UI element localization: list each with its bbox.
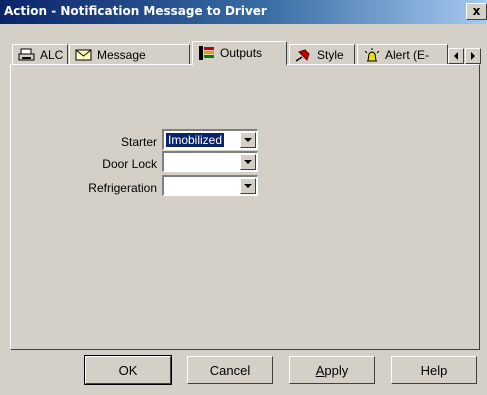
tab-style-label: Style (317, 47, 344, 62)
starter-value: Imobilized (164, 132, 226, 148)
tab-alc-label: ALC (40, 47, 64, 62)
close-button[interactable]: x (466, 3, 487, 20)
pushpin-icon (295, 48, 313, 62)
tab-alc[interactable]: ALC (12, 44, 68, 64)
cancel-button[interactable]: Cancel (187, 356, 273, 384)
tab-alert-label: Alert (E- (385, 47, 430, 62)
apply-button[interactable]: Apply (289, 356, 375, 384)
tab-message[interactable]: Message (69, 44, 190, 64)
printer-icon (18, 48, 36, 62)
tab-outputs-label: Outputs (220, 46, 263, 60)
refrigeration-label: Refrigeration (88, 181, 157, 195)
door-lock-select[interactable] (162, 151, 258, 172)
tab-scroll-right-button[interactable] (465, 48, 481, 64)
tab-message-label: Message (97, 47, 146, 62)
ok-button[interactable]: OK (84, 355, 172, 385)
tab-alert[interactable]: Alert (E- (357, 44, 448, 64)
alert-light-icon (363, 47, 381, 62)
tab-style[interactable]: Style (289, 44, 355, 64)
title-bar[interactable]: Action - Notification Message to Driver … (0, 0, 487, 24)
tab-scroll-left-button[interactable] (448, 48, 464, 64)
outputs-icon (198, 46, 216, 60)
arrow-right-icon (471, 52, 475, 60)
cancel-button-label: Cancel (209, 362, 251, 378)
door-lock-dropdown-button[interactable] (240, 154, 256, 170)
close-icon: x (472, 4, 481, 18)
door-lock-label: Door Lock (102, 157, 157, 171)
chevron-down-icon (244, 137, 252, 142)
tab-outputs[interactable]: Outputs (192, 41, 287, 66)
arrow-left-icon (454, 52, 458, 60)
outputs-panel (10, 64, 480, 350)
chevron-down-icon (244, 183, 252, 188)
refrigeration-select[interactable] (162, 175, 258, 196)
help-button-label: Help (420, 362, 448, 378)
ok-button-label: OK (118, 362, 138, 378)
chevron-down-icon (244, 159, 252, 164)
starter-select[interactable]: Imobilized (162, 129, 258, 150)
refrigeration-dropdown-button[interactable] (240, 178, 256, 194)
starter-label: Starter (120, 135, 157, 149)
starter-dropdown-button[interactable] (240, 132, 256, 148)
window-title: Action - Notification Message to Driver (4, 4, 267, 18)
apply-button-label: Apply (315, 362, 349, 378)
refrigeration-value (166, 179, 170, 193)
help-button[interactable]: Help (391, 356, 477, 384)
envelope-icon (75, 48, 93, 62)
door-lock-value (166, 155, 170, 169)
tab-scroll-arrows (448, 48, 482, 64)
dialog-window: Action - Notification Message to Driver … (0, 0, 487, 395)
